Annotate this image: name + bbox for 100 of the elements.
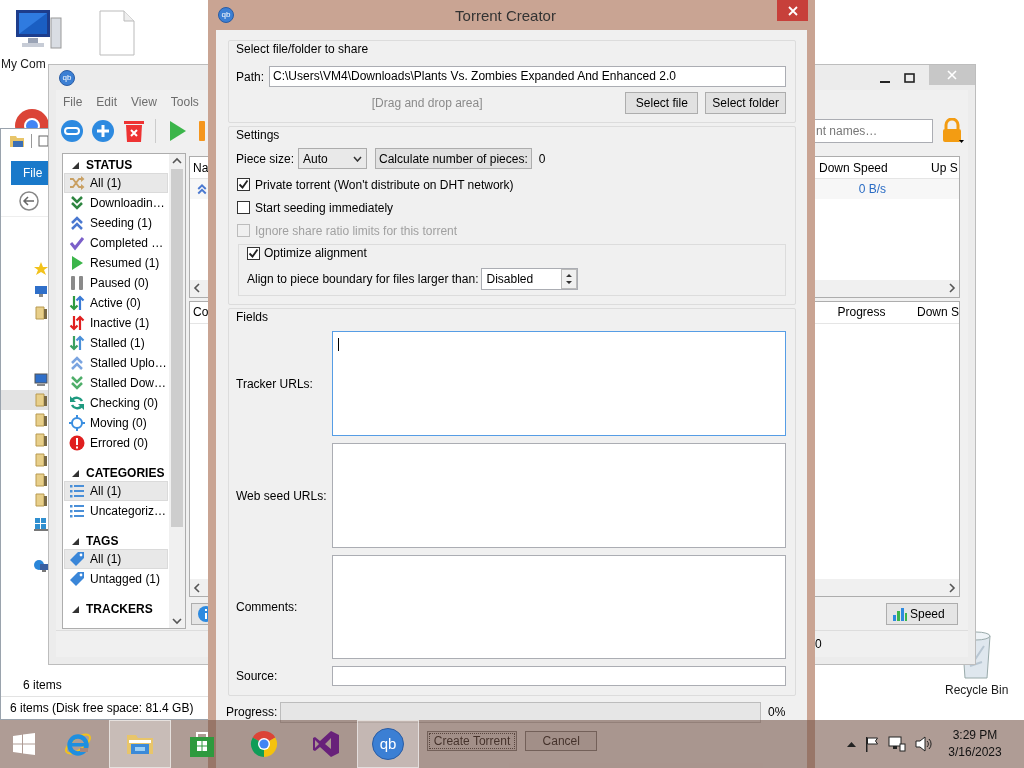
column-header[interactable]: Down S: [909, 305, 959, 320]
browser-icon: [249, 729, 279, 759]
push-button[interactable]: Cancel: [525, 731, 598, 751]
double-chevron-down-icon: [69, 195, 85, 211]
menu-item[interactable]: File: [56, 95, 90, 109]
push-button[interactable]: Select folder: [705, 92, 786, 114]
menu-item[interactable]: Edit: [89, 95, 125, 109]
section-header[interactable]: TAGS: [63, 533, 169, 549]
sidebar-item[interactable]: Resumed (1): [64, 253, 168, 273]
window-title: Torrent Creator: [454, 6, 557, 24]
taskbar-button[interactable]: [109, 720, 171, 768]
up-down-arrows-icon: [69, 335, 85, 351]
sidebar-item[interactable]: Moving (0): [64, 413, 168, 433]
sidebar-item[interactable]: Checking (0): [64, 393, 168, 413]
refresh-icon: [69, 395, 85, 411]
folder-icon: [34, 413, 48, 427]
status-text: 6 items (Disk free space: 81.4 GB): [10, 701, 194, 715]
sidebar-item[interactable]: Stalled (1): [64, 333, 168, 353]
icon-label: My Com: [1, 57, 46, 71]
sidebar-item[interactable]: Active (0): [64, 293, 168, 313]
menu-item[interactable]: View: [124, 95, 164, 109]
up-down-arrows-icon: [69, 315, 85, 331]
scroll-left-icon: [193, 283, 201, 294]
minimize-icon: [880, 80, 890, 83]
app-logo: qb: [59, 69, 75, 86]
sidebar-item[interactable]: Errored (0): [64, 433, 168, 453]
push-button[interactable]: Create Torrent: [426, 731, 518, 751]
group-title: Select file/folder to share: [236, 41, 370, 57]
sidebar-item[interactable]: All (1): [64, 481, 168, 501]
sidebar-item[interactable]: Downloadin…: [64, 193, 168, 213]
app-logo: qb: [218, 7, 234, 23]
field-label: Comments:: [236, 600, 299, 614]
chevron-down-icon: [353, 155, 363, 162]
sidebar-item[interactable]: Paused (0): [64, 273, 168, 293]
star-icon: [34, 262, 48, 276]
section-header[interactable]: TRACKERS: [63, 601, 169, 617]
add-icon[interactable]: [91, 119, 115, 143]
column-header[interactable]: Progress: [814, 305, 909, 320]
close-button[interactable]: [777, 0, 808, 21]
column-header[interactable]: Co: [190, 305, 209, 320]
text-area[interactable]: [332, 331, 786, 436]
icon-label: Recycle Bin: [945, 683, 1009, 697]
checkbox[interactable]: [237, 178, 250, 191]
sidebar-item[interactable]: Stalled Uplo…: [64, 353, 168, 373]
sidebar-item[interactable]: Stalled Dow…: [64, 373, 168, 393]
double-chevron-up-icon: [69, 355, 85, 371]
crosshair-icon: [69, 415, 85, 431]
column-header[interactable]: Up S: [929, 160, 959, 175]
menu-item[interactable]: Tools: [163, 95, 206, 109]
speed-button[interactable]: Speed: [886, 603, 958, 626]
checkbox[interactable]: [237, 201, 250, 214]
shuffle-icon: [69, 175, 85, 191]
field-label: Source:: [236, 669, 279, 683]
monitor-icon: [34, 373, 48, 387]
scroll-right-icon: [948, 283, 956, 294]
navigation-item[interactable]: [1, 390, 48, 410]
input-field[interactable]: [332, 666, 786, 686]
push-button[interactable]: Calculate number of pieces:: [375, 148, 532, 169]
collapse-arrow-icon: [72, 537, 79, 545]
drive-icon: [34, 517, 48, 531]
push-button[interactable]: Select file: [625, 92, 699, 114]
bar-chart-icon: [893, 607, 907, 622]
text-area[interactable]: [332, 443, 786, 548]
checkbox[interactable]: [247, 246, 260, 260]
sidebar-item[interactable]: Uncategoriz…: [64, 501, 168, 521]
combo-box[interactable]: Auto: [298, 148, 368, 169]
status-text: 0: [815, 637, 823, 651]
lock-icon: [940, 118, 964, 144]
table-cell-text: 0 B/s: [857, 182, 887, 196]
caret-up-icon: [847, 741, 856, 747]
link-icon[interactable]: [60, 119, 84, 143]
column-header[interactable]: Na: [190, 160, 209, 175]
piece-count: 0: [538, 151, 546, 166]
vertical-scrollbar[interactable]: [169, 154, 185, 628]
sidebar-item[interactable]: Untagged (1): [64, 569, 168, 589]
speaker-icon: [915, 736, 933, 752]
sidebar-item[interactable]: Inactive (1): [64, 313, 168, 333]
section-header[interactable]: CATEGORIES: [63, 465, 169, 481]
progress-reading: 0%: [767, 705, 787, 719]
item-count: 6 items: [22, 677, 63, 694]
list-icon: [69, 503, 85, 519]
file-tab[interactable]: File: [11, 161, 48, 185]
folder-icon: [34, 453, 48, 467]
taskbar-button[interactable]: qb: [357, 720, 419, 768]
sidebar-item[interactable]: All (1): [64, 549, 168, 569]
double-chevron-down-icon: [69, 375, 85, 391]
trash-icon[interactable]: [122, 119, 146, 143]
pause-icon: [69, 275, 85, 291]
monitor-icon: [34, 284, 48, 298]
sidebar-item[interactable]: Seeding (1): [64, 213, 168, 233]
text-area[interactable]: [332, 555, 786, 659]
collapse-arrow-icon: [72, 605, 79, 613]
sidebar-item[interactable]: Completed …: [64, 233, 168, 253]
path-field[interactable]: C:\Users\VM4\Downloads\Plants Vs. Zombies Expanded And Enhanced 2.0: [269, 66, 786, 87]
section-header[interactable]: STATUS: [63, 157, 169, 173]
spin-box[interactable]: Disabled: [481, 268, 579, 290]
column-header[interactable]: Down Speed: [813, 160, 929, 175]
flag-icon: [865, 736, 879, 752]
sidebar-item[interactable]: All (1): [64, 173, 168, 193]
scroll-up-icon: [172, 157, 182, 165]
